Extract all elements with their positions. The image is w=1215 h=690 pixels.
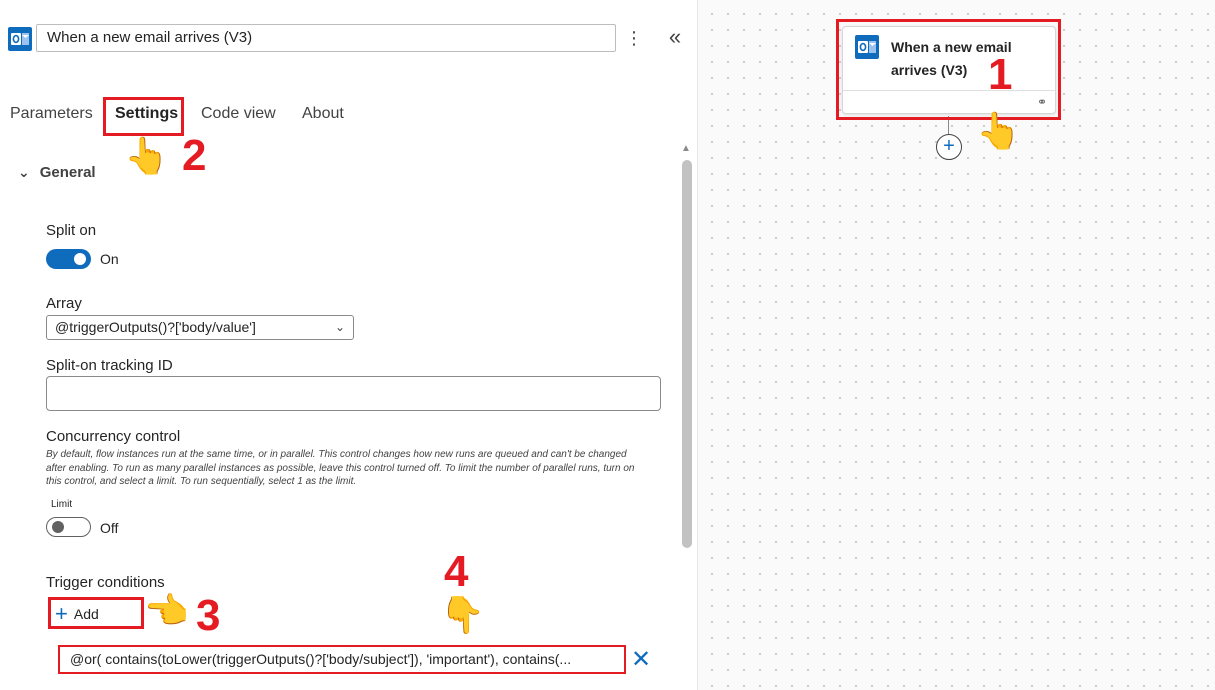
add-step-button[interactable]: +	[936, 134, 962, 160]
link-icon[interactable]: ⚭	[1037, 95, 1047, 109]
chevron-down-icon: ⌄	[334, 320, 345, 334]
tab-parameters[interactable]: Parameters	[10, 100, 93, 128]
connector-line	[948, 116, 949, 136]
array-dropdown[interactable]: @triggerOutputs()?['body/value'] ⌄	[46, 315, 354, 340]
split-on-state: On	[100, 251, 119, 267]
app-root: When a new email arrives (V3) ⋮ « Parame…	[0, 0, 1215, 690]
details-pane: When a new email arrives (V3) ⋮ « Parame…	[0, 0, 698, 690]
array-dropdown-value: @triggerOutputs()?['body/value']	[55, 319, 256, 335]
trigger-card[interactable]: When a new email arrives (V3) ⚭	[842, 26, 1056, 114]
add-trigger-condition-button[interactable]: + Add	[50, 601, 140, 627]
chevron-down-icon: ⌄	[18, 164, 30, 180]
pointing-hand-icon: 👆	[124, 136, 169, 177]
limit-label: Limit	[51, 499, 73, 510]
tab-code-view[interactable]: Code view	[201, 100, 276, 128]
split-on-toggle[interactable]	[46, 249, 91, 269]
tab-about[interactable]: About	[302, 100, 344, 128]
trigger-card-footer: ⚭	[843, 90, 1055, 114]
annotation-number-4: 4	[444, 547, 469, 596]
tracking-id-input[interactable]	[46, 376, 661, 411]
concurrency-description: By default, flow instances run at the sa…	[46, 449, 635, 487]
trigger-condition-input[interactable]: @or( contains(toLower(triggerOutputs()?[…	[58, 645, 626, 674]
outlook-icon	[855, 35, 879, 59]
add-button-label: Add	[73, 606, 99, 622]
annotation-number-1: 1	[988, 50, 1013, 99]
trigger-card-title: When a new email arrives (V3)	[891, 39, 1012, 78]
annotation-number-2: 2	[182, 131, 207, 180]
toggle-knob	[74, 253, 86, 265]
array-label: Array	[46, 295, 82, 312]
annotation-number-3: 3	[196, 591, 221, 640]
scroll-up-arrow-icon[interactable]: ▲	[681, 143, 691, 154]
remove-condition-icon[interactable]: ✕	[631, 646, 651, 674]
concurrency-toggle[interactable]	[46, 517, 91, 537]
scrollbar-thumb[interactable]	[682, 160, 692, 548]
collapse-panel-icon[interactable]: «	[662, 24, 688, 52]
general-section-title: General	[39, 164, 96, 181]
pointing-hand-icon: 👇	[440, 595, 485, 636]
toggle-knob	[52, 521, 64, 533]
concurrency-state: Off	[100, 520, 119, 536]
pointing-hand-icon: 👈	[144, 591, 189, 632]
trigger-conditions-label: Trigger conditions	[46, 574, 165, 591]
plus-icon: +	[55, 601, 68, 626]
pointing-hand-icon: 👆	[976, 111, 1021, 152]
general-section-header[interactable]: ⌄ General	[18, 164, 96, 181]
split-on-label: Split on	[46, 222, 97, 239]
more-options-icon[interactable]: ⋮	[624, 26, 644, 50]
action-title-input[interactable]: When a new email arrives (V3)	[36, 24, 616, 52]
tracking-id-label: Split-on tracking ID	[46, 357, 173, 374]
concurrency-label: Concurrency control	[46, 428, 181, 445]
outlook-icon	[8, 27, 32, 51]
tab-settings[interactable]: Settings	[115, 100, 178, 128]
